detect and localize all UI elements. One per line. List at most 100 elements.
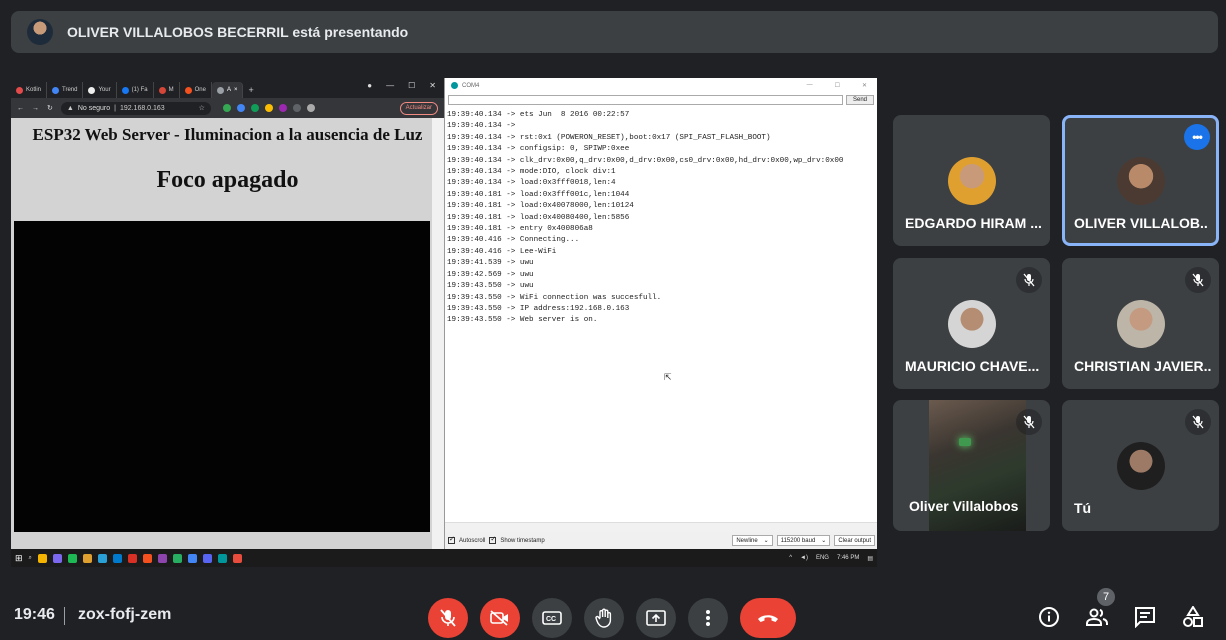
serial-log-line: 19:39:43.550 -> Web server is on.	[447, 316, 598, 325]
star-icon: ☆	[198, 105, 205, 112]
web-page: ESP32 Web Server - Iluminacion a la ause…	[11, 118, 444, 549]
back-icon: ←	[17, 104, 24, 112]
participant-tile[interactable]: EDGARDO HIRAM ...	[893, 115, 1050, 246]
browser-tab: M	[154, 82, 180, 98]
participant-name: Tú	[1074, 500, 1092, 516]
more-options-button[interactable]: •••	[1184, 124, 1210, 150]
arduino-icon	[451, 82, 458, 89]
leave-call-button[interactable]	[740, 598, 796, 638]
raise-hand-button[interactable]	[584, 598, 624, 638]
bottom-bar: 19:46 zox-fofj-zem CC	[0, 590, 1226, 640]
discord-icon	[202, 553, 212, 563]
avatar	[947, 157, 996, 205]
browser-tab: One	[180, 82, 212, 98]
timestamp-label: Show timestamp	[500, 537, 545, 544]
camera-feed	[14, 221, 430, 532]
new-tab-button: +	[248, 85, 254, 95]
serial-log-line: 19:39:40.181 -> load:0x40080400,len:5856	[447, 213, 630, 222]
people-button[interactable]	[1082, 602, 1112, 632]
tab-label: Your	[98, 87, 111, 93]
app-icon	[157, 553, 167, 563]
participant-tile[interactable]: Tú	[1062, 400, 1219, 531]
autoscroll-label: Autoscroll	[459, 537, 486, 544]
svg-text:CC: CC	[546, 616, 556, 623]
app-icon	[142, 553, 152, 563]
serial-log-line: 19:39:43.550 -> WiFi connection was succ…	[447, 293, 662, 302]
lang-label: ENG	[815, 555, 829, 561]
baud-select: 115200 baud ⌄	[776, 535, 831, 546]
meeting-code: zox-fofj-zem	[78, 606, 172, 623]
forward-icon: →	[32, 104, 39, 112]
url-text: 192.168.0.163	[119, 104, 165, 112]
browser-toolbar: ← → ↻ ▲ No seguro | 192.168.0.163 ☆ Actu…	[11, 98, 444, 118]
tab-label: One	[194, 87, 206, 93]
more-options-button[interactable]	[688, 598, 728, 638]
search-icon: ⌕	[28, 554, 32, 561]
windows-start-icon: ⊞	[15, 552, 23, 563]
meeting-details-button[interactable]	[1034, 602, 1064, 632]
browser-tab: Kotlin	[11, 82, 48, 98]
spotify-icon	[67, 553, 77, 563]
present-button[interactable]	[636, 598, 676, 638]
meeting-clock: 19:46	[14, 606, 55, 623]
app-icon	[97, 553, 107, 563]
mic-toggle-button[interactable]	[428, 598, 468, 638]
browser-tab: Your	[83, 82, 117, 98]
serial-footer: Autoscroll Show timestamp Newline⌄ 11520…	[445, 532, 877, 549]
activities-button[interactable]	[1178, 602, 1208, 632]
participant-name: Oliver Villalobos	[909, 498, 1019, 514]
taskbar-clock: 7:46 PM	[836, 555, 860, 561]
serial-log-line: 19:39:40.416 -> Connecting...	[447, 236, 580, 245]
extension-icons	[222, 104, 315, 112]
participant-tile[interactable]: MAURICIO CHAVE...	[893, 258, 1050, 389]
participant-tile-selected[interactable]: ••• OLIVER VILLALOB...	[1062, 115, 1219, 246]
mic-off-icon	[1185, 409, 1211, 435]
serial-log-line: 19:39:40.134 ->	[447, 122, 516, 131]
browser-window: Kotlin Trend Your (1) Fa M One A × + ● — ☐…	[11, 78, 444, 549]
mouse-cursor-icon: ⇱	[664, 372, 672, 382]
web-page-title: ESP32 Web Server - Iluminacion a la ause…	[32, 125, 423, 144]
participant-tile[interactable]: CHRISTIAN JAVIER...	[1062, 258, 1219, 389]
arduino-icon	[217, 553, 227, 563]
participant-name: CHRISTIAN JAVIER...	[1074, 358, 1211, 374]
serial-input	[448, 94, 843, 105]
mic-off-icon	[1016, 267, 1042, 293]
vscode-icon	[112, 553, 122, 563]
chat-icon	[1135, 607, 1155, 628]
windows-taskbar: ⊞ ⌕ ^ ◄) ENG 7:46 PM ▤	[11, 549, 877, 567]
participant-tile-video[interactable]: Oliver Villalobos	[893, 400, 1050, 531]
mic-off-icon	[440, 609, 456, 627]
hand-icon	[595, 608, 612, 628]
captions-button[interactable]: CC	[532, 598, 572, 638]
serial-log-line: 19:39:40.181 -> load:0x40078000,len:1012…	[447, 202, 634, 211]
chat-button[interactable]	[1130, 602, 1160, 632]
light-status: Foco apagado	[156, 167, 299, 193]
line-ending-select: Newline ⌄	[732, 535, 773, 546]
clear-output-button: Clear output	[834, 535, 875, 546]
serial-log-line: 19:39:42.569 -> uwu	[447, 270, 534, 279]
app-icon	[37, 553, 47, 563]
shared-screen: Kotlin Trend Your (1) Fa M One A × + ● — ☐…	[11, 78, 877, 567]
page-scrollbar	[432, 118, 444, 549]
notification-icon: ▤	[867, 555, 873, 562]
serial-log-line: 19:39:40.416 -> Lee-WiFi	[447, 247, 557, 256]
serial-log-line: 19:39:40.134 -> rst:0x1 (POWERON_RESET),…	[447, 133, 771, 142]
serial-log-line: 19:39:40.134 -> clk_drv:0x00,q_drv:0x00,…	[447, 156, 844, 165]
serial-log-line: 19:39:43.550 -> IP address:192.168.0.163	[447, 304, 630, 313]
window-controls: ● — ☐ ✕	[367, 81, 436, 90]
serial-log-line: 19:39:41.539 -> uwu	[447, 259, 534, 268]
presenter-banner: OLIVER VILLALOBOS BECERRIL está presenta…	[11, 11, 1218, 53]
mic-off-icon	[1016, 409, 1042, 435]
tab-label: Trend	[62, 87, 78, 93]
participant-name: OLIVER VILLALOB...	[1074, 215, 1208, 231]
update-button: Actualizar	[399, 101, 438, 115]
camera-toggle-button[interactable]	[480, 598, 520, 638]
serial-log-line: 19:39:43.550 -> uwu	[447, 282, 534, 291]
app-icon	[172, 553, 182, 563]
divider	[64, 607, 65, 625]
serial-log-line: 19:39:40.134 -> ets Jun 8 2016 00:22:57	[447, 111, 630, 119]
app-icon	[232, 553, 242, 563]
captions-icon: CC	[542, 611, 562, 625]
participant-name: MAURICIO CHAVE...	[905, 358, 1040, 374]
serial-window-controls: — ☐ ✕	[806, 82, 867, 89]
